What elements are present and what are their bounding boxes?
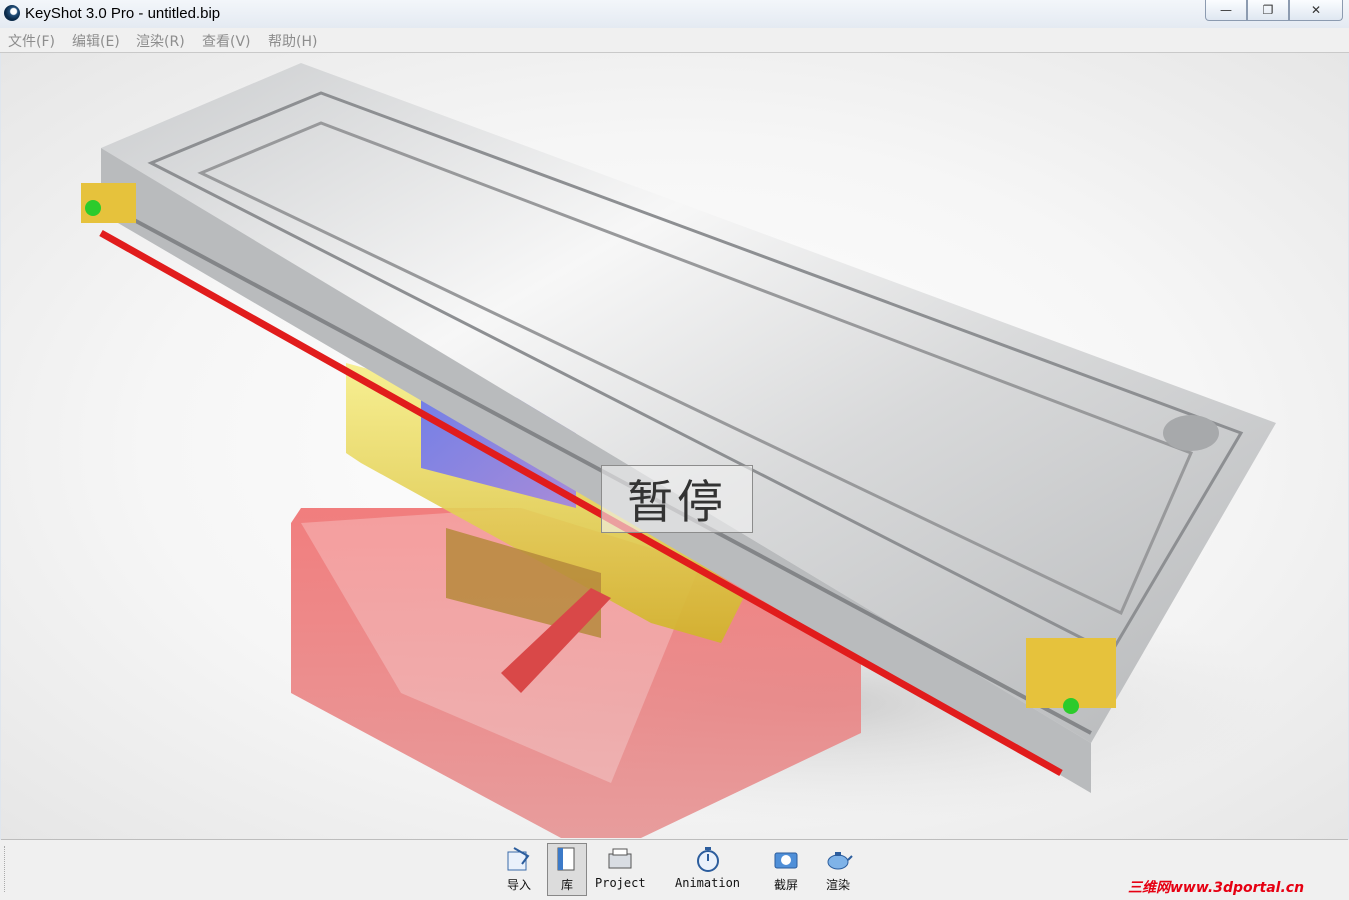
table-end-hole [1163,415,1219,451]
bottom-toolbar: 导入 库 Project Animation 截屏 渲染 三维网www.3dpo… [0,840,1349,900]
maximize-button[interactable]: ❐ [1247,0,1289,21]
minimize-icon: — [1220,3,1232,17]
menu-edit[interactable]: 编辑(E) [72,31,120,51]
animation-button[interactable]: Animation [675,844,740,890]
window-title: KeyShot 3.0 Pro - untitled.bip [25,5,221,22]
render-label: 渲染 [825,878,850,892]
import-label: 导入 [506,878,531,892]
site-watermark: 三维网www.3dportal.cn [1128,880,1305,896]
library-icon [557,847,575,871]
restore-icon: ❐ [1262,3,1274,17]
minimize-button[interactable]: — [1205,0,1247,21]
import-button[interactable]: 导入 [504,844,534,893]
project-button[interactable]: Project [595,844,646,890]
library-button[interactable]: 库 [547,843,587,896]
animation-stopwatch-icon [696,847,719,872]
menu-file[interactable]: 文件(F) [8,31,55,51]
right-bearing-block [1026,638,1116,708]
cnc-table-render [81,63,1281,838]
toolbar-grip[interactable] [4,846,8,892]
pause-indicator: 暂停 [601,465,753,533]
title-bar: KeyShot 3.0 Pro - untitled.bip — ❐ ✕ [0,0,1349,28]
menu-help[interactable]: 帮助(H) [268,31,317,51]
menu-bar: 文件(F) 编辑(E) 渲染(R) 查看(V) 帮助(H) 五 A ☽ ·, ⌨… [0,28,1349,76]
camera-icon [774,852,798,869]
project-label: Project [595,876,646,890]
library-label: 库 [560,878,573,892]
window-controls: — ❐ ✕ [1205,0,1343,21]
menu-view[interactable]: 查看(V) [202,31,251,51]
screenshot-button[interactable]: 截屏 [771,844,801,893]
import-icon [507,847,530,871]
left-screw-fitting [85,200,101,216]
right-screw-fitting [1063,698,1079,714]
render-button[interactable]: 渲染 [823,844,853,893]
close-button[interactable]: ✕ [1289,0,1343,21]
close-icon: ✕ [1310,3,1322,17]
project-icon [608,848,632,869]
teapot-icon [827,852,853,870]
menu-render[interactable]: 渲染(R) [136,31,185,51]
keyshot-app-icon[interactable] [4,5,20,21]
animation-label: Animation [675,876,741,890]
screenshot-label: 截屏 [773,878,798,892]
render-viewport[interactable]: 暂停 [1,53,1348,840]
